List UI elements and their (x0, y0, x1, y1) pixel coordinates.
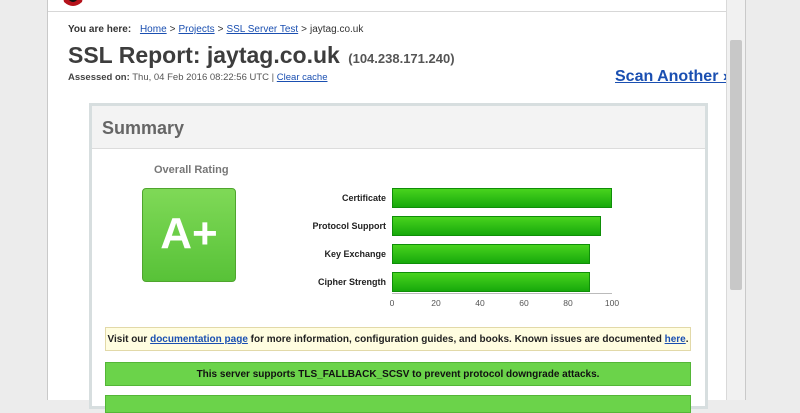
bar-label: Cipher Strength (317, 277, 386, 287)
x-tick-label: 0 (389, 298, 395, 308)
bar-protocol-support (392, 216, 601, 236)
bar-cipher-strength (392, 272, 590, 292)
page-title: SSL Report: jaytag.co.uk (104.238.171.24… (68, 42, 455, 69)
x-tick-label: 60 (519, 298, 529, 308)
assessed-info: Assessed on: Thu, 04 Feb 2016 08:22:56 U… (68, 72, 327, 83)
bar-label: Certificate (341, 193, 386, 203)
hsts-notice (105, 395, 691, 413)
site-header (48, 0, 745, 12)
overall-rating-label: Overall Rating (154, 164, 229, 176)
bar-label: Key Exchange (324, 249, 386, 259)
x-tick-label: 40 (475, 298, 485, 308)
breadcrumb-home-link[interactable]: Home (140, 24, 167, 35)
breadcrumb-current: jaytag.co.uk (310, 24, 364, 35)
ssl-labs-logo-icon (63, 0, 83, 6)
documentation-page-link[interactable]: documentation page (150, 334, 248, 345)
scan-another-link[interactable]: Scan Another » (615, 68, 732, 86)
summary-header: Summary (92, 106, 705, 149)
report-page: You are here: Home > Projects > SSL Server T… (47, 0, 746, 413)
assessed-divider: | (271, 72, 275, 83)
known-issues-link[interactable]: here (665, 334, 686, 345)
summary-title: Summary (102, 118, 185, 138)
chart-x-axis (392, 293, 612, 294)
summary-panel: Summary Overall Rating A+ Certificate Pro… (89, 103, 708, 413)
x-tick-label: 80 (563, 298, 573, 308)
grade-badge: A+ (142, 188, 236, 282)
breadcrumb: You are here: Home > Projects > SSL Server T… (68, 24, 364, 35)
breadcrumb-label: You are here: (68, 24, 132, 35)
breadcrumb-projects-link[interactable]: Projects (178, 24, 214, 35)
bar-label: Protocol Support (312, 221, 387, 231)
rating-bar-chart: Certificate Protocol Support Key Exchange C… (272, 184, 632, 314)
documentation-notice: Visit our documentation page for more in… (105, 327, 691, 351)
vertical-scrollbar[interactable] (726, 0, 745, 400)
assessed-date: Thu, 04 Feb 2016 08:22:56 UTC (132, 72, 270, 83)
report-title: SSL Report: jaytag.co.uk (68, 42, 340, 68)
clear-cache-link[interactable]: Clear cache (277, 72, 328, 83)
report-ip: (104.238.171.240) (348, 51, 455, 66)
breadcrumb-ssl-test-link[interactable]: SSL Server Test (226, 24, 298, 35)
x-tick-label: 100 (604, 298, 620, 308)
bar-key-exchange (392, 244, 590, 264)
assessed-label: Assessed on: (68, 72, 130, 83)
fallback-scsv-notice: This server supports TLS_FALLBACK_SCSV t… (105, 362, 691, 386)
bar-certificate (392, 188, 612, 208)
x-tick-label: 20 (431, 298, 441, 308)
scrollbar-thumb[interactable] (730, 40, 742, 290)
